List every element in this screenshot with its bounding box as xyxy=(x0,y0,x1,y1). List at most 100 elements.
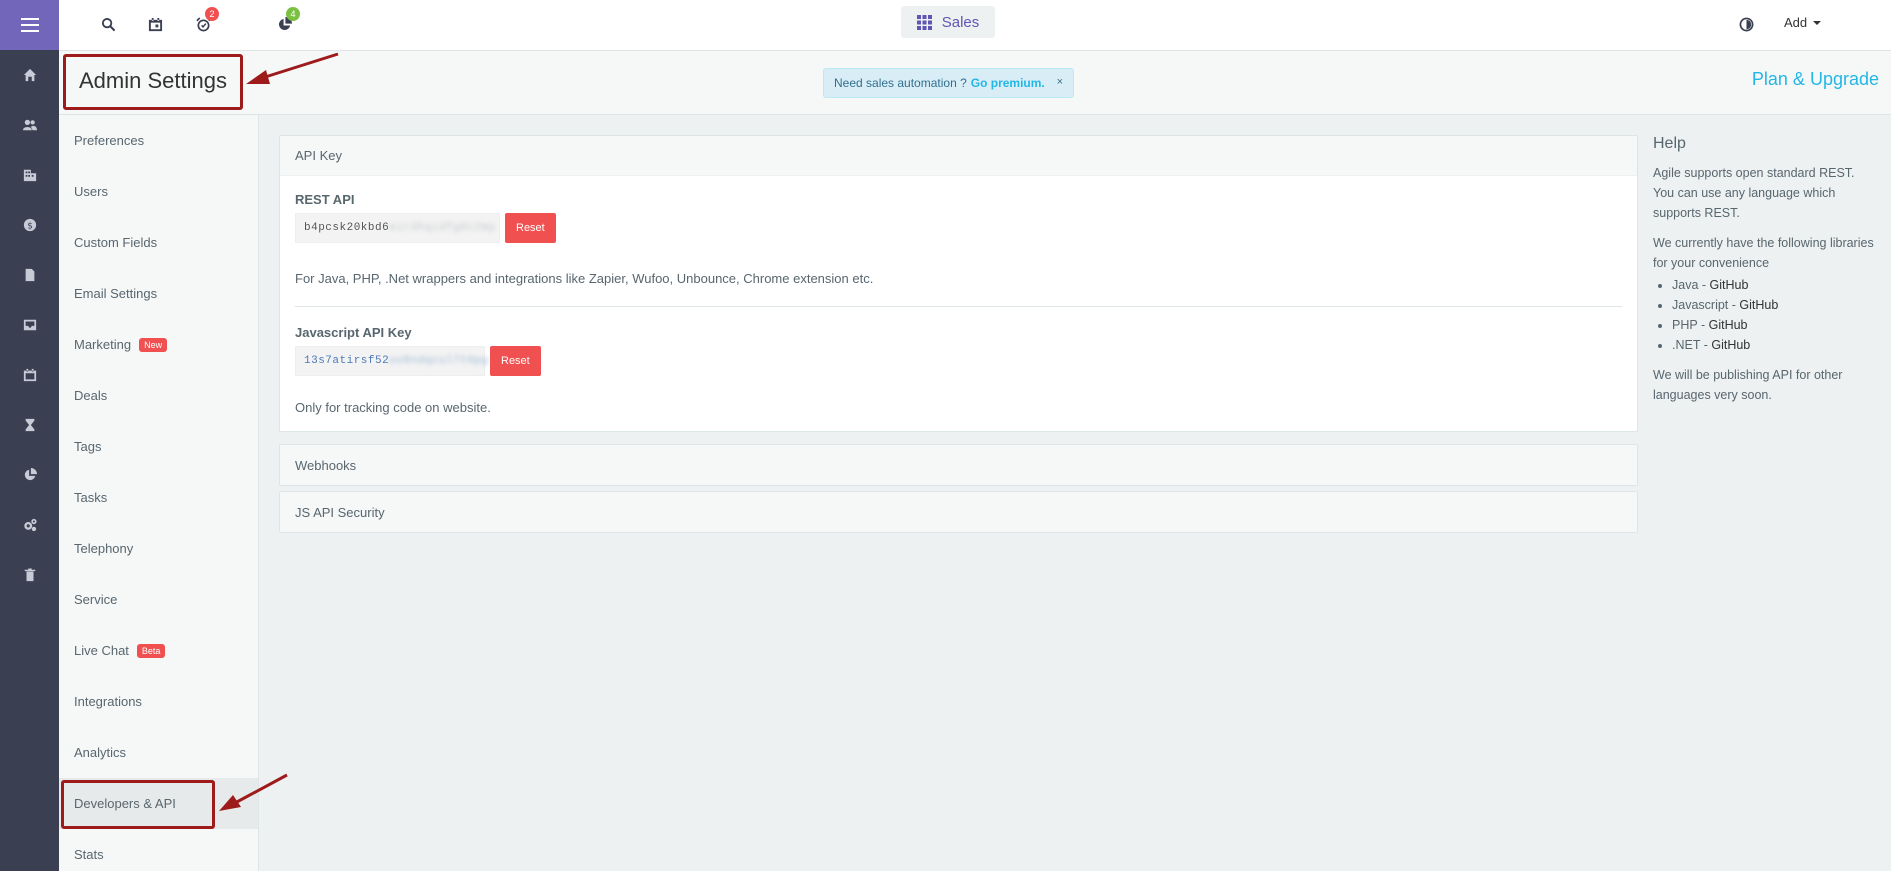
add-dropdown[interactable]: Add xyxy=(1784,15,1822,30)
icon-rail: $ xyxy=(0,0,59,871)
grid-icon xyxy=(916,14,932,30)
nav-item-stats[interactable]: Stats xyxy=(59,829,258,871)
github-link[interactable]: GitHub xyxy=(1709,318,1748,332)
reset-js-key-button[interactable]: Reset xyxy=(490,346,541,376)
reset-rest-key-button[interactable]: Reset xyxy=(505,213,556,243)
rail-companies[interactable] xyxy=(0,150,59,200)
nav-item-tags[interactable]: Tags xyxy=(59,421,258,472)
top-header: 2 4 Sales Add xyxy=(59,0,1891,51)
dollar-icon: $ xyxy=(23,218,36,232)
annotation-arrow-icon xyxy=(246,52,339,84)
help-panel: Help Agile supports open standard REST. … xyxy=(1653,134,1878,415)
reminders-button[interactable]: 2 xyxy=(193,7,219,34)
help-intro: Agile supports open standard REST. You c… xyxy=(1653,166,1855,220)
nav-item-custom-fields[interactable]: Custom Fields xyxy=(59,217,258,268)
rail-deals[interactable]: $ xyxy=(0,200,59,250)
rail-settings[interactable] xyxy=(0,500,59,550)
notification-badge: 2 xyxy=(205,7,219,21)
library-lang: Java xyxy=(1672,278,1699,292)
rail-documents[interactable] xyxy=(0,250,59,300)
nav-item-live-chat[interactable]: Live Chat Beta xyxy=(59,625,258,676)
nav-item-label: Tasks xyxy=(74,490,108,505)
nav-item-label: Marketing xyxy=(74,337,132,352)
library-lang: .NET xyxy=(1672,338,1701,352)
theme-toggle-button[interactable] xyxy=(1736,14,1756,34)
svg-text:$: $ xyxy=(27,222,33,232)
js-api-security-panel[interactable]: JS API Security xyxy=(279,491,1638,533)
nav-item-email-settings[interactable]: Email Settings xyxy=(59,268,258,319)
calendar-button[interactable] xyxy=(145,14,165,34)
rail-inbox[interactable] xyxy=(0,300,59,350)
nav-item-preferences[interactable]: Preferences xyxy=(59,115,258,166)
module-switcher[interactable]: Sales xyxy=(901,6,995,38)
search-button[interactable] xyxy=(98,14,118,34)
library-item: Java - GitHub xyxy=(1672,275,1878,295)
rest-api-description: For Java, PHP, .Net wrappers and integra… xyxy=(295,271,874,286)
annotation-arrow-icon xyxy=(219,773,288,811)
go-premium-link[interactable]: Go premium. xyxy=(971,76,1045,90)
pie-chart-icon xyxy=(24,468,37,481)
close-icon[interactable]: × xyxy=(1057,76,1063,88)
rest-api-key[interactable]: b4pcsk20kbd6 airdhqidfg0c2mp xyxy=(295,213,500,243)
rail-tasks[interactable] xyxy=(0,400,59,450)
plan-upgrade-link[interactable]: Plan & Upgrade xyxy=(1752,69,1879,90)
webhooks-header[interactable]: Webhooks xyxy=(280,445,1637,485)
nav-highlight-box xyxy=(61,780,215,829)
webhooks-panel[interactable]: Webhooks xyxy=(279,444,1638,486)
rail-trash[interactable] xyxy=(0,550,59,600)
reports-button[interactable]: 4 xyxy=(274,7,300,34)
js-api-label: Javascript API Key xyxy=(295,325,412,340)
library-item: Javascript - GitHub xyxy=(1672,295,1878,315)
nav-item-label: Users xyxy=(74,184,108,199)
js-key-visible: 13s7atirsf52 xyxy=(304,355,390,367)
nav-item-label: Stats xyxy=(74,847,104,862)
rest-api-label: REST API xyxy=(295,192,355,207)
title-highlight-box xyxy=(63,54,243,110)
library-list: Java - GitHub Javascript - GitHub PHP - … xyxy=(1672,275,1878,355)
trash-icon xyxy=(24,568,35,582)
js-api-description: Only for tracking code on website. xyxy=(295,400,491,415)
nav-item-label: Service xyxy=(74,592,118,607)
calendar-icon xyxy=(148,17,162,31)
module-label: Sales xyxy=(941,13,980,31)
nav-item-service[interactable]: Service xyxy=(59,574,258,625)
github-link[interactable]: GitHub xyxy=(1711,338,1750,352)
new-badge: New xyxy=(139,337,168,352)
nav-item-marketing[interactable]: Marketing New xyxy=(59,319,258,370)
js-api-security-header[interactable]: JS API Security xyxy=(280,492,1637,532)
nav-item-analytics[interactable]: Analytics xyxy=(59,727,258,778)
divider xyxy=(295,306,1622,307)
caret-down-icon xyxy=(1813,20,1822,25)
nav-item-label: Email Settings xyxy=(74,286,158,301)
building-icon xyxy=(23,169,36,182)
rest-key-visible: b4pcsk20kbd6 xyxy=(304,222,390,234)
api-key-header[interactable]: API Key xyxy=(280,136,1637,176)
github-link[interactable]: GitHub xyxy=(1739,298,1778,312)
rail-contacts[interactable] xyxy=(0,100,59,150)
menu-toggle-button[interactable] xyxy=(0,0,59,50)
nav-item-label: Custom Fields xyxy=(74,235,158,250)
nav-item-deals[interactable]: Deals xyxy=(59,370,258,421)
nav-item-users[interactable]: Users xyxy=(59,166,258,217)
github-link[interactable]: GitHub xyxy=(1710,278,1749,292)
nav-item-integrations[interactable]: Integrations xyxy=(59,676,258,727)
help-outro: We will be publishing API for other lang… xyxy=(1653,368,1843,402)
contacts-icon xyxy=(22,119,37,131)
nav-item-tasks[interactable]: Tasks xyxy=(59,472,258,523)
reports-badge: 4 xyxy=(286,7,300,21)
nav-item-label: Live Chat xyxy=(74,643,129,658)
document-icon xyxy=(25,268,34,282)
gears-icon xyxy=(23,518,37,532)
rail-reports[interactable] xyxy=(0,450,59,500)
settings-nav: Preferences Users Custom Fields Email Se… xyxy=(59,115,259,871)
api-key-panel: API Key REST API b4pcsk20kbd6 airdhqidfg0… xyxy=(279,135,1638,432)
js-api-key[interactable]: 13s7atirsf52 uv8ndqcul7t0pg xyxy=(295,346,488,376)
rail-calendar[interactable] xyxy=(0,350,59,400)
hamburger-icon xyxy=(20,18,39,32)
rail-home[interactable] xyxy=(0,50,59,100)
promo-banner: Need sales automation ? Go premium. × xyxy=(823,68,1074,98)
nav-item-telephony[interactable]: Telephony xyxy=(59,523,258,574)
search-icon xyxy=(101,17,115,31)
hourglass-icon xyxy=(25,418,34,432)
library-lang: Javascript xyxy=(1672,298,1729,312)
